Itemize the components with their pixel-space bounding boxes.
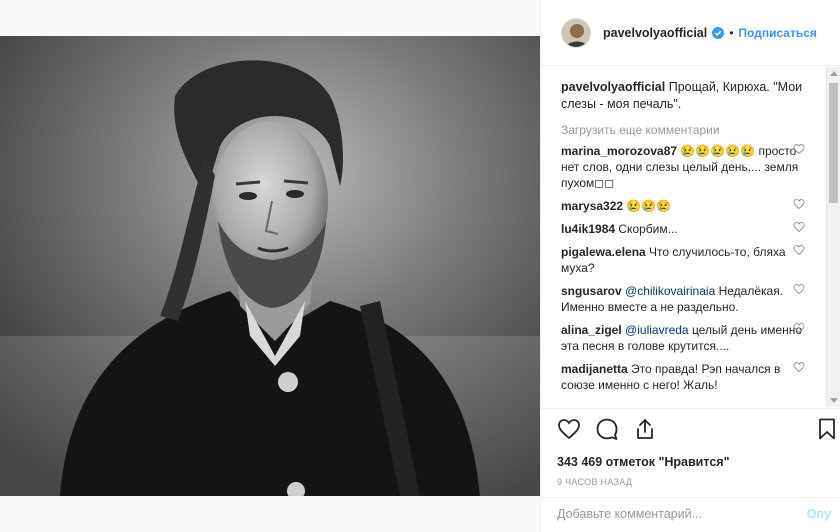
instagram-post: pavelvolyaofficial • Подписаться pavelvo… — [0, 0, 840, 532]
comment-mention[interactable]: @iuliavreda — [625, 323, 689, 337]
comment-item: pigalewa.elena Что случилось-то, бляха м… — [561, 244, 811, 276]
comment-item: alina_zigel @iuliavreda целый день именн… — [561, 322, 811, 354]
comment-username[interactable]: marina_morozova87 — [561, 144, 677, 158]
comment-item: madijanetta Это правда! Рэп начался в со… — [561, 361, 811, 393]
comment-item: lu4ik1984 Скорбим... — [561, 221, 811, 237]
comment-like-heart-icon[interactable] — [793, 361, 805, 373]
likes-count[interactable]: 343 469 отметок "Нравится" — [557, 455, 825, 469]
comment-item: marina_morozova87 😢😢😢😢😢 просто нет слов,… — [561, 143, 811, 191]
author-avatar[interactable] — [561, 17, 591, 48]
comment-input[interactable] — [557, 507, 757, 521]
comment-username[interactable]: lu4ik1984 — [561, 222, 615, 236]
action-icons-row — [557, 417, 835, 451]
comment-username[interactable]: sngusarov — [561, 284, 622, 298]
media-area — [0, 0, 540, 532]
comment-text: Скорбим... — [618, 222, 678, 236]
comment-item: sngusarov @chilikovairinaia Недалёкая. И… — [561, 283, 811, 315]
comment-username[interactable]: pigalewa.elena — [561, 245, 646, 259]
post-photo[interactable] — [0, 36, 540, 496]
comment-like-heart-icon[interactable] — [793, 143, 805, 155]
comment-text: 😢😢😢 — [626, 199, 672, 213]
author-username[interactable]: pavelvolyaofficial — [603, 26, 707, 40]
comments-list[interactable]: pavelvolyaofficial Прощай, Кирюха. "Мои … — [541, 67, 831, 407]
comment-username[interactable]: alina_zigel — [561, 323, 622, 337]
share-icon[interactable] — [633, 417, 657, 441]
post-header: pavelvolyaofficial • Подписаться — [541, 0, 840, 66]
comment-username[interactable]: marysa322 — [561, 199, 623, 213]
comments-scrollbar[interactable] — [826, 67, 840, 407]
post-comment-button[interactable]: Опу — [807, 507, 831, 521]
portrait-image — [0, 36, 540, 496]
comment-like-heart-icon[interactable] — [793, 283, 805, 295]
heart-icon[interactable] — [557, 417, 581, 441]
avatar-image — [562, 18, 590, 47]
comment-like-heart-icon[interactable] — [793, 322, 805, 334]
follow-button[interactable]: Подписаться — [738, 26, 816, 40]
scroll-down-arrow-icon[interactable] — [830, 398, 838, 403]
scrollbar-thumb[interactable] — [829, 83, 838, 203]
post-actions: 343 469 отметок "Нравится" 9 часов назад — [541, 408, 840, 498]
details-panel: pavelvolyaofficial • Подписаться pavelvo… — [540, 0, 840, 532]
load-more-comments-button[interactable]: Загрузить еще комментарии — [561, 123, 831, 137]
separator-dot: • — [729, 25, 734, 40]
add-comment-bar: Опу — [541, 497, 840, 532]
comment-mention[interactable]: @chilikovairinaia — [625, 284, 715, 298]
verified-badge-icon — [712, 26, 725, 39]
post-caption: pavelvolyaofficial Прощай, Кирюха. "Мои … — [561, 79, 816, 113]
comment-username[interactable]: madijanetta — [561, 362, 628, 376]
comment-like-heart-icon[interactable] — [793, 198, 805, 210]
comment-icon[interactable] — [595, 417, 619, 441]
scroll-up-arrow-icon[interactable] — [830, 71, 838, 76]
post-timestamp[interactable]: 9 часов назад — [557, 477, 825, 487]
bookmark-icon[interactable] — [815, 417, 839, 441]
comment-item: marysa322 😢😢😢 — [561, 198, 811, 214]
comment-like-heart-icon[interactable] — [793, 221, 805, 233]
comment-like-heart-icon[interactable] — [793, 244, 805, 256]
caption-author[interactable]: pavelvolyaofficial — [561, 80, 665, 94]
